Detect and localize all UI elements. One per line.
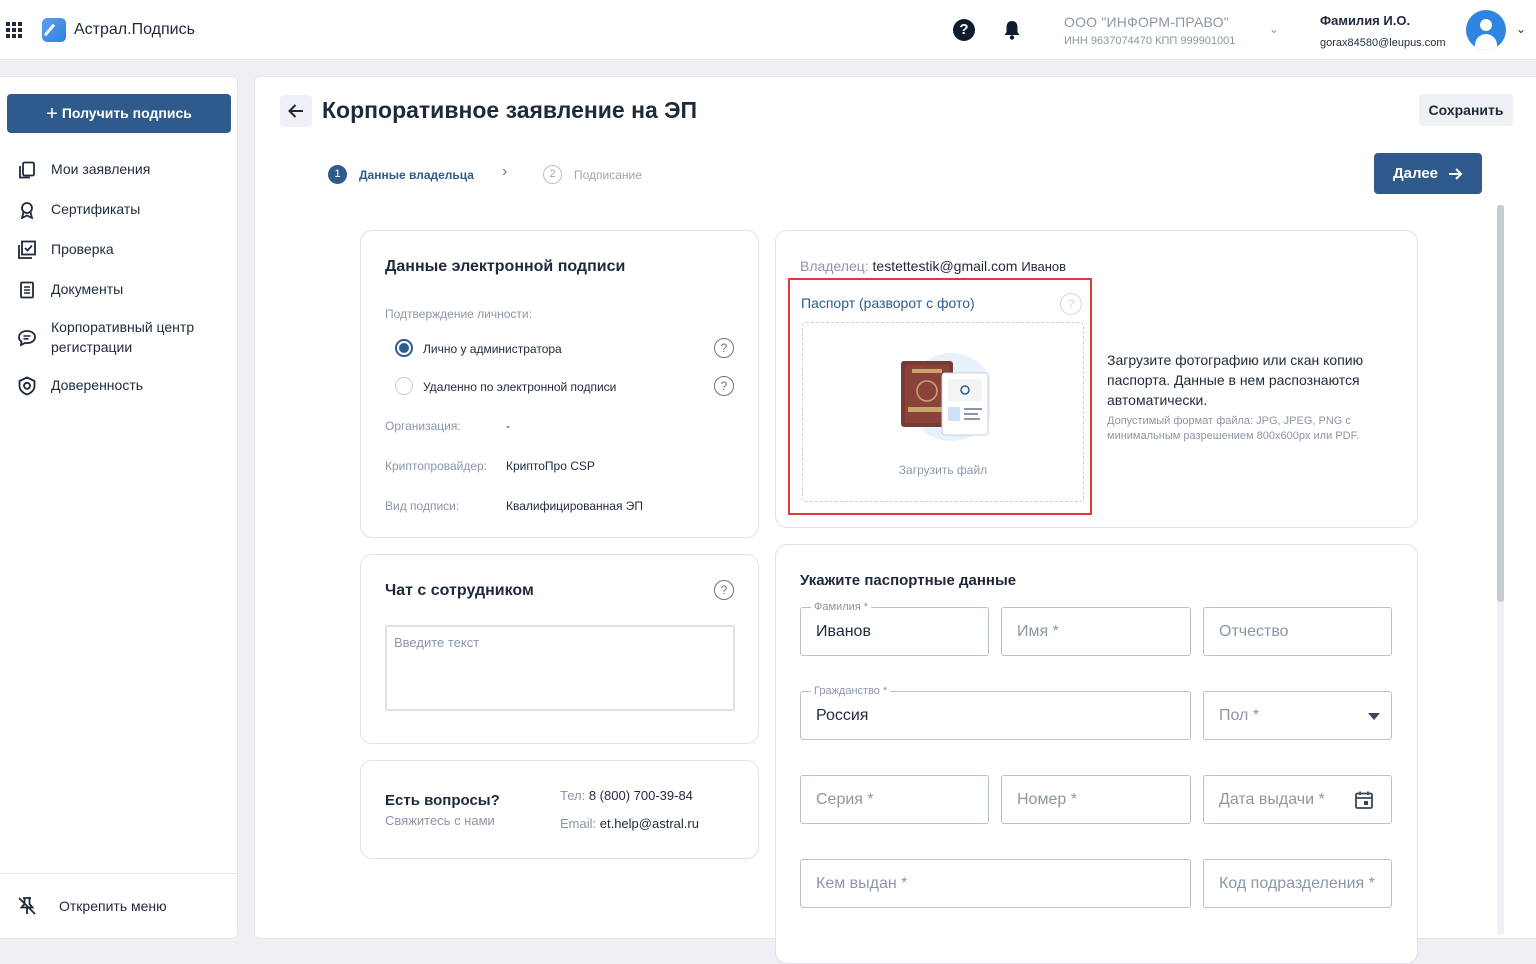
step-signing[interactable]: 2 Подписание — [543, 165, 642, 184]
name-field[interactable]: Имя * — [1001, 607, 1191, 656]
chevron-right-icon: › — [502, 163, 508, 180]
app-name[interactable]: Астрал.Подпись — [74, 21, 195, 39]
main-content: Корпоративное заявление на ЭП Сохранить … — [254, 76, 1536, 964]
calendar-icon[interactable] — [1354, 790, 1374, 810]
passport-form-card: Укажите паспортные данные Фамилия * Иван… — [775, 544, 1418, 964]
help-icon[interactable]: ? — [714, 338, 734, 358]
issued-by-field[interactable]: Кем выдан * — [800, 859, 1191, 908]
chat-bubble-icon — [16, 327, 38, 349]
contact-email[interactable]: Email: et.help@astral.ru — [560, 816, 699, 831]
back-button[interactable] — [280, 95, 312, 127]
save-button[interactable]: Сохранить — [1419, 94, 1513, 126]
sidebar-item-power-of-attorney[interactable]: Доверенность — [16, 375, 211, 397]
organization-details: ИНН 9637074470 КПП 999901001 — [1064, 35, 1236, 47]
app-logo-icon — [42, 18, 66, 42]
owner-line: Владелец: testettestik@gmail.com Иванов — [800, 258, 1067, 274]
citizenship-field[interactable]: Гражданство * Россия — [800, 684, 1191, 740]
top-bar: Астрал.Подпись ? ООО "ИНФОРМ-ПРАВО" ИНН … — [0, 0, 1536, 60]
sidebar-item-applications[interactable]: Мои заявления — [16, 159, 211, 181]
passport-illustration-icon — [901, 353, 990, 441]
contact-phone[interactable]: Тел: 8 (800) 700-39-84 — [560, 788, 693, 803]
avatar[interactable] — [1466, 10, 1506, 50]
next-button[interactable]: Далее — [1374, 153, 1482, 194]
chevron-down-icon[interactable]: ⌄ — [1516, 22, 1526, 36]
shield-icon — [16, 375, 38, 397]
user-name[interactable]: Фамилия И.О. — [1320, 13, 1410, 28]
arrow-left-icon — [288, 104, 303, 118]
arrow-right-icon — [1449, 167, 1463, 180]
unpin-icon — [18, 897, 36, 915]
step-owner-data[interactable]: 1 Данные владельца — [328, 165, 474, 184]
sidebar-item-registration-center[interactable]: Корпоративный центр регистрации — [16, 317, 211, 357]
number-field[interactable]: Номер * — [1001, 775, 1191, 824]
certificate-icon — [16, 199, 38, 221]
division-code-field[interactable]: Код подразделения * — [1203, 859, 1392, 908]
chat-card: Чат с сотрудником ? Введите текст — [360, 554, 759, 744]
patronymic-field[interactable]: Отчество — [1203, 607, 1392, 656]
radio-personal[interactable] — [395, 339, 413, 357]
documents-icon — [16, 279, 38, 301]
bell-icon[interactable] — [1003, 19, 1021, 41]
issue-date-field[interactable]: Дата выдачи * — [1203, 775, 1392, 824]
sidebar-divider — [0, 873, 237, 874]
sidebar: + Получить подпись Мои заявления Сертифик… — [0, 76, 238, 939]
check-icon — [16, 239, 38, 261]
scrollbar[interactable] — [1497, 205, 1504, 935]
help-icon[interactable]: ? — [1060, 293, 1082, 315]
chevron-down-icon[interactable]: ⌄ — [1269, 22, 1279, 36]
help-icon[interactable]: ? — [714, 580, 734, 600]
help-icon[interactable]: ? — [714, 376, 734, 396]
apps-grid-icon[interactable] — [6, 22, 22, 38]
help-icon[interactable]: ? — [953, 19, 975, 41]
sidebar-item-check[interactable]: Проверка — [16, 239, 211, 261]
sidebar-item-certificates[interactable]: Сертификаты — [16, 199, 211, 221]
dropdown-arrow-icon — [1368, 713, 1380, 720]
sidebar-item-documents[interactable]: Документы — [16, 279, 211, 301]
contact-card: Есть вопросы? Свяжитесь с нами Тел: 8 (8… — [360, 760, 759, 859]
chat-input[interactable]: Введите текст — [385, 625, 735, 711]
series-field[interactable]: Серия * — [800, 775, 989, 824]
user-email: gorax84580@leupus.com — [1320, 37, 1446, 49]
get-signature-button[interactable]: + Получить подпись — [7, 94, 231, 133]
unpin-menu-button[interactable]: Открепить меню — [16, 895, 167, 917]
passport-upload-card: Владелец: testettestik@gmail.com Иванов … — [775, 230, 1418, 528]
passport-upload-area[interactable]: Паспорт (разворот с фото) ? Загрузить фа… — [788, 278, 1092, 515]
scrollbar-thumb[interactable] — [1497, 205, 1504, 602]
page-title: Корпоративное заявление на ЭП — [322, 97, 698, 123]
organization-name[interactable]: ООО "ИНФОРМ-ПРАВО" — [1064, 14, 1229, 30]
gender-select[interactable]: Пол * — [1203, 691, 1392, 740]
applications-icon — [16, 159, 38, 181]
signature-data-card: Данные электронной подписи Подтверждение… — [360, 230, 759, 538]
upload-dropzone[interactable]: Загрузить файл — [802, 322, 1084, 502]
surname-field[interactable]: Фамилия * Иванов — [800, 600, 989, 656]
plus-icon: + — [46, 103, 58, 125]
radio-remote[interactable] — [395, 377, 413, 395]
